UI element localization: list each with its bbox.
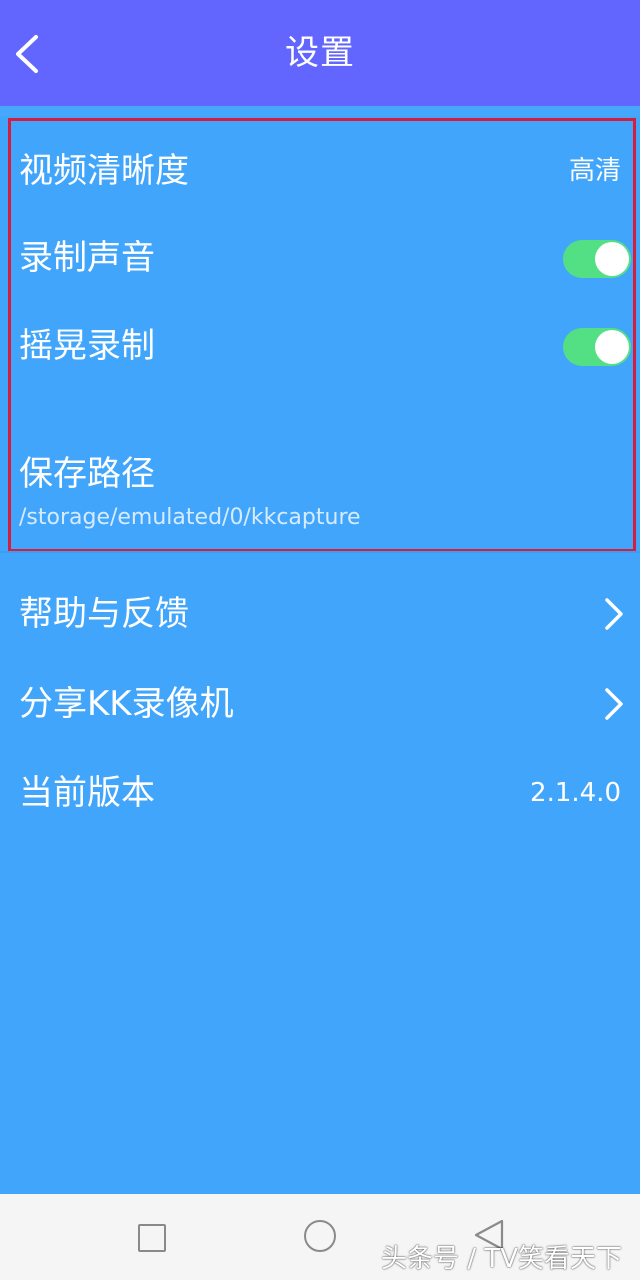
- recent-apps-icon[interactable]: [138, 1224, 166, 1252]
- record-audio-label: 录制声音: [19, 238, 155, 278]
- shake-record-row: 摇晃录制: [0, 306, 640, 386]
- save-path-label[interactable]: 保存路径: [19, 446, 155, 495]
- toggle-knob: [595, 330, 629, 364]
- watermark-text: 头条号 / TV笑看天下: [381, 1244, 622, 1274]
- toggle-knob: [595, 242, 629, 276]
- version-label: 当前版本: [19, 773, 155, 813]
- save-path-value: /storage/emulated/0/kkcapture: [19, 505, 361, 530]
- video-quality-label: 视频清晰度: [19, 151, 189, 191]
- header-divider: [0, 106, 640, 116]
- shake-record-label: 摇晃录制: [19, 326, 155, 366]
- section-divider: [0, 551, 640, 553]
- home-icon[interactable]: [304, 1220, 336, 1252]
- page-title: 设置: [285, 33, 355, 73]
- record-audio-row: 录制声音: [0, 218, 640, 298]
- help-feedback-row[interactable]: 帮助与反馈: [0, 574, 640, 654]
- shake-record-toggle[interactable]: [563, 328, 631, 366]
- version-row: 当前版本 2.1.4.0: [0, 753, 640, 833]
- app-header: 设置: [0, 0, 640, 106]
- chevron-right-icon: [605, 688, 623, 720]
- record-audio-toggle[interactable]: [563, 240, 631, 278]
- share-app-row[interactable]: 分享KK录像机: [0, 664, 640, 744]
- video-quality-value[interactable]: 高清: [569, 131, 621, 211]
- share-app-label: 分享KK录像机: [19, 684, 234, 724]
- video-quality-row[interactable]: 视频清晰度 高清: [0, 131, 640, 211]
- version-value: 2.1.4.0: [530, 778, 621, 808]
- chevron-right-icon: [605, 598, 623, 630]
- help-feedback-label: 帮助与反馈: [19, 594, 189, 634]
